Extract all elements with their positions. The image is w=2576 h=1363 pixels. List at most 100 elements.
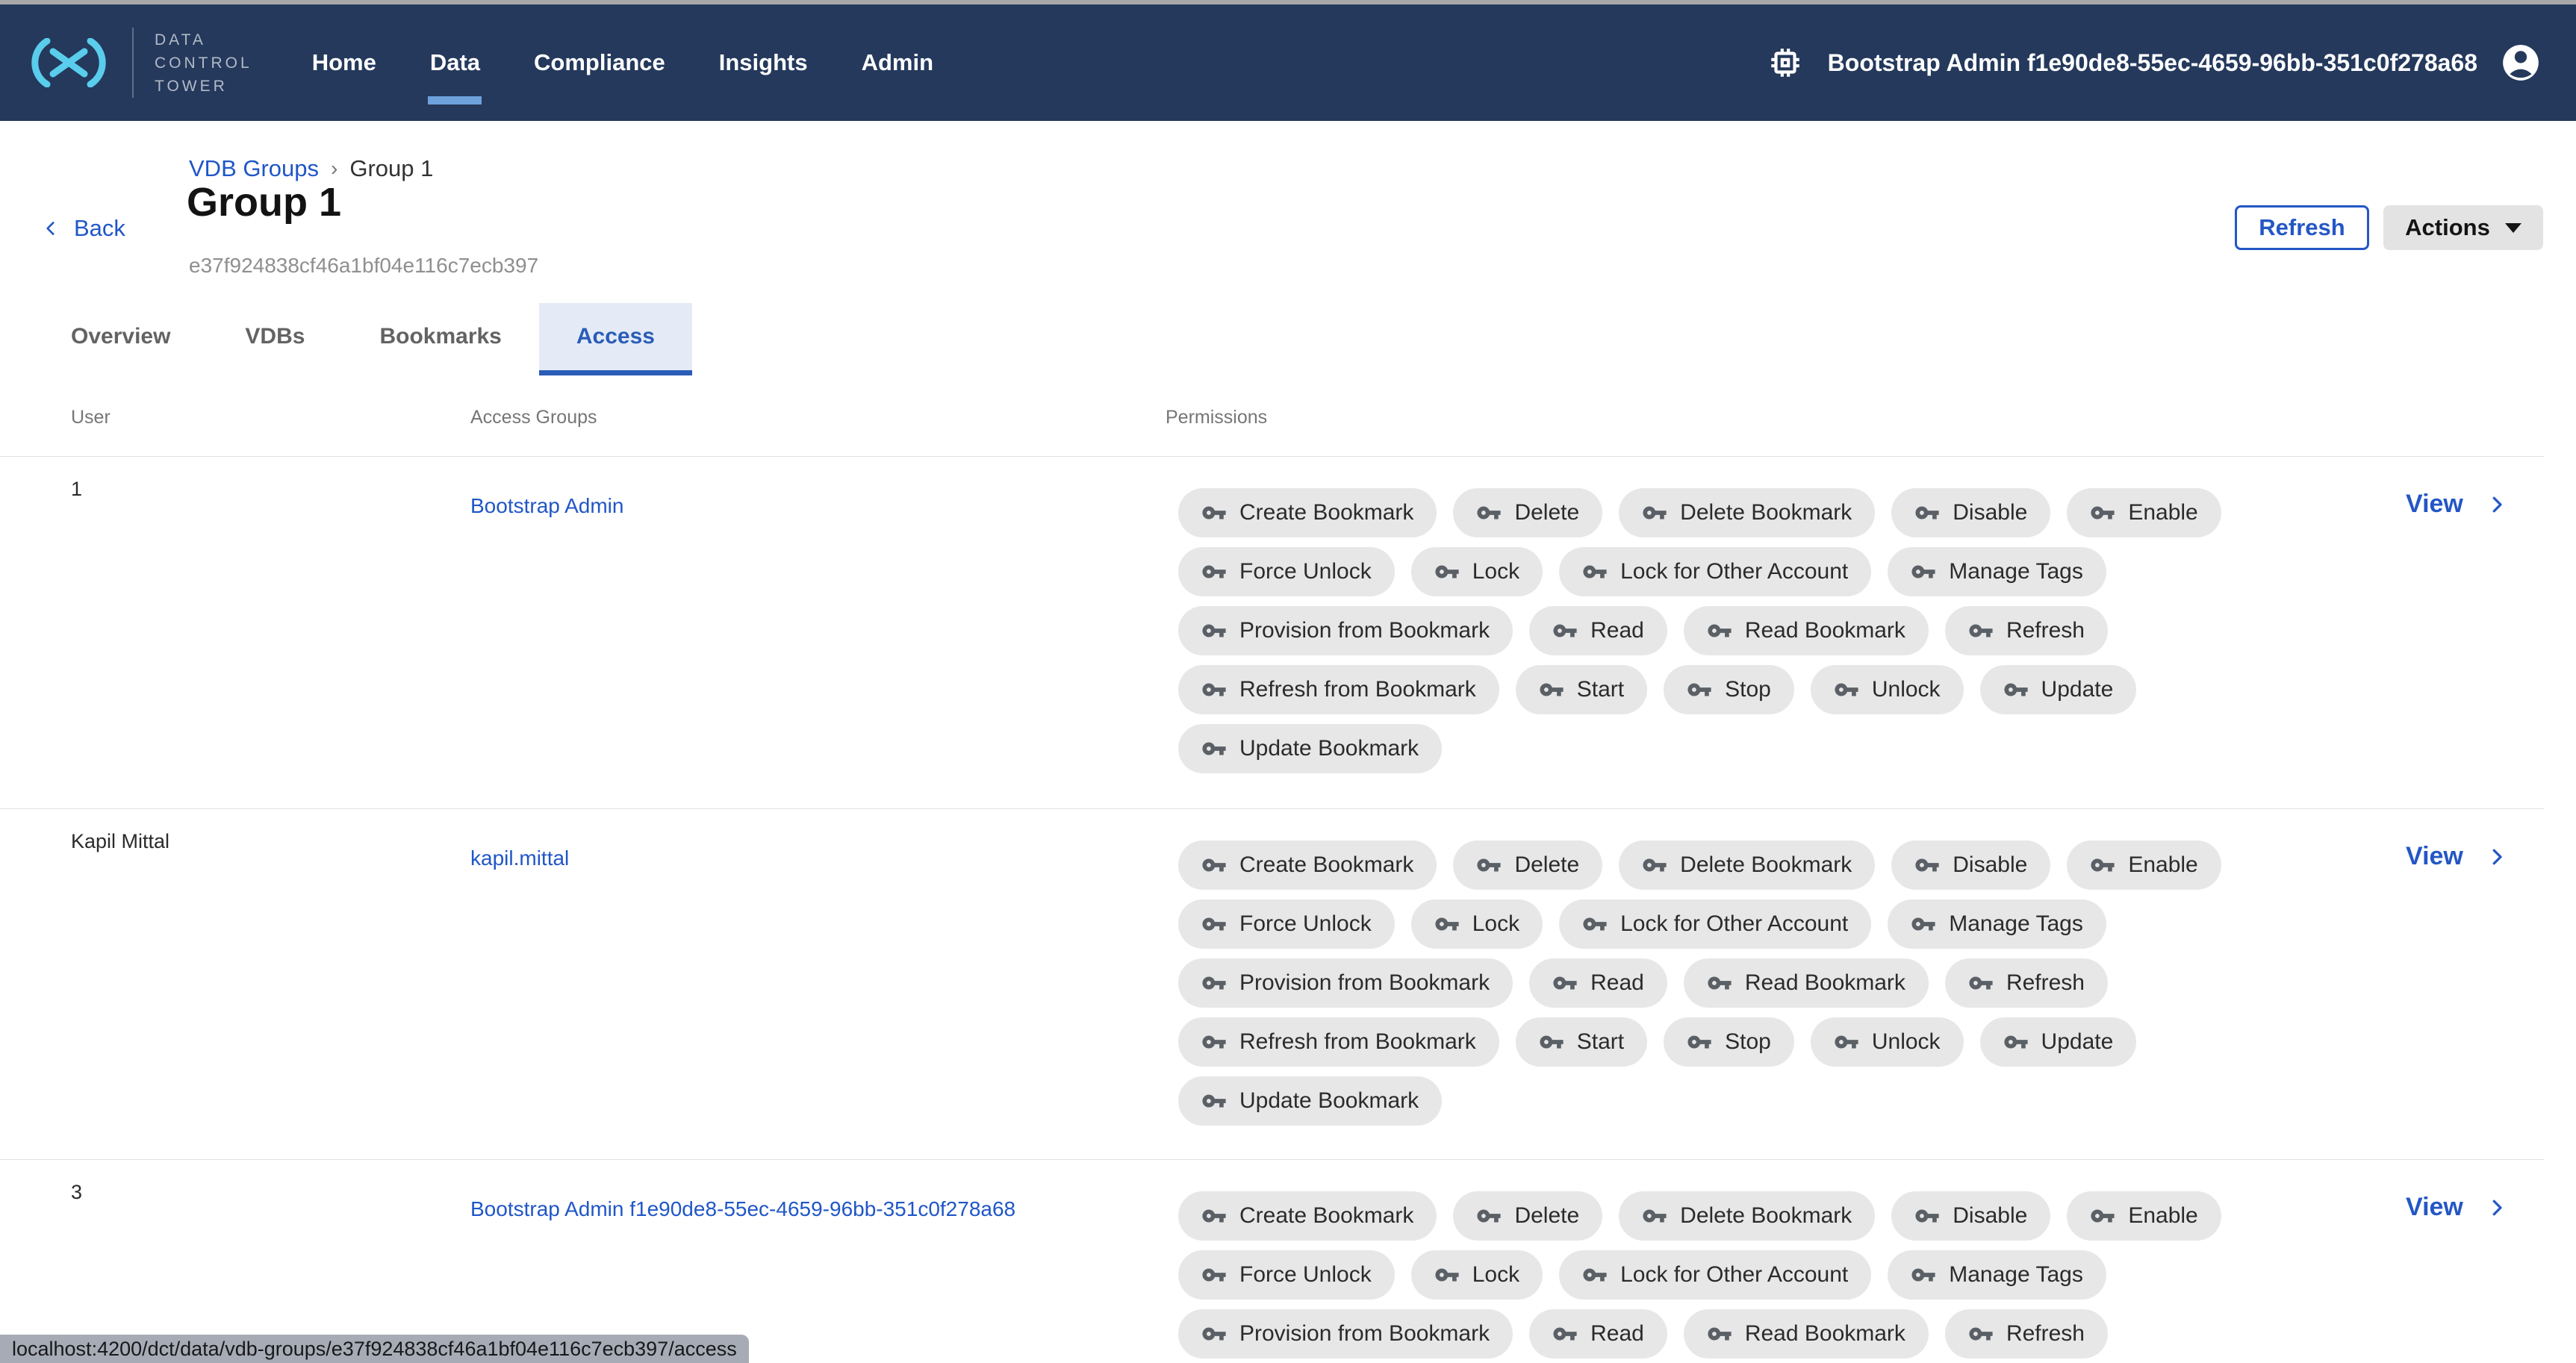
breadcrumb-separator-icon: › bbox=[331, 157, 337, 181]
key-icon bbox=[1201, 500, 1227, 525]
user-cell: 1 bbox=[71, 478, 82, 501]
key-icon bbox=[1201, 1262, 1227, 1288]
nav-item-home[interactable]: Home bbox=[312, 49, 376, 76]
permission-chip: Create Bookmark bbox=[1178, 840, 1437, 890]
actions-button[interactable]: Actions bbox=[2383, 205, 2543, 250]
brand-line: DATA bbox=[155, 28, 252, 52]
permission-chip-label: Stop bbox=[1725, 1029, 1771, 1055]
permission-chip-label: Read bbox=[1590, 618, 1644, 643]
account-avatar-icon[interactable] bbox=[2501, 43, 2540, 82]
permission-chip: Read bbox=[1529, 958, 1667, 1008]
permission-chip-label: Enable bbox=[2128, 500, 2197, 525]
tab-vdbs[interactable]: VDBs bbox=[208, 303, 342, 375]
permission-chip-line: Force UnlockLockLock for Other AccountMa… bbox=[1178, 899, 2221, 949]
key-icon bbox=[1476, 500, 1502, 525]
permission-chip: Lock bbox=[1411, 547, 1543, 596]
key-icon bbox=[1834, 1029, 1859, 1055]
dct-logo[interactable]: DATA CONTROL TOWER bbox=[25, 28, 252, 98]
nav-item-compliance[interactable]: Compliance bbox=[534, 49, 665, 76]
access-group-link[interactable]: Bootstrap Admin bbox=[470, 494, 623, 518]
permission-chip-label: Lock for Other Account bbox=[1620, 1262, 1848, 1288]
breadcrumb: VDB Groups › Group 1 bbox=[189, 155, 433, 182]
permission-chip-label: Provision from Bookmark bbox=[1239, 618, 1490, 643]
permission-chip: Update Bookmark bbox=[1178, 1076, 1442, 1126]
brand-wordmark: DATA CONTROL TOWER bbox=[155, 28, 252, 98]
view-link[interactable]: View bbox=[2406, 842, 2508, 871]
tab-bookmarks[interactable]: Bookmarks bbox=[342, 303, 538, 375]
key-icon bbox=[1582, 911, 1608, 937]
permission-chip-label: Enable bbox=[2128, 1203, 2197, 1229]
key-icon bbox=[1539, 1029, 1564, 1055]
permission-chip-label: Lock bbox=[1472, 559, 1519, 584]
permission-chip: Delete Bookmark bbox=[1619, 840, 1875, 890]
access-group-link[interactable]: kapil.mittal bbox=[470, 846, 569, 870]
table-row: 3Bootstrap Admin f1e90de8-55ec-4659-96bb… bbox=[0, 1159, 2544, 1363]
nav-item-insights[interactable]: Insights bbox=[719, 49, 808, 76]
view-link[interactable]: View bbox=[2406, 1193, 2508, 1222]
permission-chip: Refresh from Bookmark bbox=[1178, 665, 1499, 714]
key-icon bbox=[2090, 1203, 2115, 1229]
permission-chip: Provision from Bookmark bbox=[1178, 1309, 1513, 1359]
permissions-cell: Create Bookmark Delete Delete Bookmark Disa… bbox=[1178, 840, 2221, 1135]
permission-chip: Update bbox=[1980, 665, 2137, 714]
key-icon bbox=[1642, 500, 1667, 525]
key-icon bbox=[1201, 1088, 1227, 1114]
current-user-label: Bootstrap Admin f1e90de8-55ec-4659-96bb-… bbox=[1828, 49, 2477, 77]
access-group-link[interactable]: Bootstrap Admin f1e90de8-55ec-4659-96bb-… bbox=[470, 1197, 1015, 1221]
key-icon bbox=[1582, 559, 1608, 584]
permission-chip-label: Refresh bbox=[2006, 1321, 2085, 1347]
key-icon bbox=[1834, 677, 1859, 702]
key-icon bbox=[1201, 559, 1227, 584]
key-icon bbox=[1476, 1203, 1502, 1229]
refresh-button[interactable]: Refresh bbox=[2235, 205, 2369, 250]
key-icon bbox=[1914, 1203, 1940, 1229]
permission-chip-label: Delete Bookmark bbox=[1680, 500, 1852, 525]
key-icon bbox=[1434, 1262, 1460, 1288]
permission-chip-label: Refresh from Bookmark bbox=[1239, 1029, 1476, 1055]
permission-chip-line: Refresh from BookmarkStartStopUnlockUpda… bbox=[1178, 665, 2221, 714]
permission-chip-label: Start bbox=[1577, 1029, 1624, 1055]
permission-chip: Delete bbox=[1453, 1191, 1602, 1241]
permission-chip: Stop bbox=[1664, 665, 1794, 714]
view-link-label: View bbox=[2406, 490, 2463, 519]
permission-chip-label: Stop bbox=[1725, 677, 1771, 702]
permission-chip-label: Enable bbox=[2128, 852, 2197, 878]
tab-access[interactable]: Access bbox=[539, 303, 692, 375]
nav-item-data[interactable]: Data bbox=[430, 49, 480, 76]
permission-chip-label: Manage Tags bbox=[1949, 1262, 2083, 1288]
permission-chip-label: Disable bbox=[1953, 500, 2027, 525]
back-button[interactable]: Back bbox=[41, 215, 125, 242]
permission-chip-label: Unlock bbox=[1872, 1029, 1941, 1055]
permission-chip: Manage Tags bbox=[1888, 899, 2106, 949]
key-icon bbox=[1687, 1029, 1712, 1055]
tab-overview[interactable]: Overview bbox=[34, 303, 208, 375]
key-icon bbox=[1201, 677, 1227, 702]
permission-chip-label: Update Bookmark bbox=[1239, 736, 1419, 761]
key-icon bbox=[1552, 970, 1578, 996]
permission-chip-line: Provision from BookmarkReadRead Bookmark… bbox=[1178, 958, 2221, 1008]
permission-chip: Lock for Other Account bbox=[1559, 547, 1871, 596]
permission-chip-label: Update bbox=[2041, 1029, 2114, 1055]
permission-chip-label: Delete bbox=[1514, 1203, 1579, 1229]
key-icon bbox=[1201, 618, 1227, 643]
permission-chip-line: Force UnlockLockLock for Other AccountMa… bbox=[1178, 547, 2221, 596]
key-icon bbox=[1434, 559, 1460, 584]
permission-chip-label: Create Bookmark bbox=[1239, 1203, 1413, 1229]
api-chip-icon[interactable] bbox=[1767, 44, 1804, 81]
permission-chip: Refresh bbox=[1945, 1309, 2108, 1359]
key-icon bbox=[1476, 852, 1502, 878]
breadcrumb-vdb-groups-link[interactable]: VDB Groups bbox=[189, 155, 319, 182]
status-url-bar: localhost:4200/dct/data/vdb-groups/e37f9… bbox=[0, 1335, 749, 1363]
permission-chip-label: Manage Tags bbox=[1949, 559, 2083, 584]
permission-chip-label: Disable bbox=[1953, 1203, 2027, 1229]
nav-item-admin[interactable]: Admin bbox=[862, 49, 933, 76]
permission-chip-label: Disable bbox=[1953, 852, 2027, 878]
key-icon bbox=[1201, 1321, 1227, 1347]
permission-chip-label: Create Bookmark bbox=[1239, 500, 1413, 525]
view-link[interactable]: View bbox=[2406, 490, 2508, 519]
key-icon bbox=[1968, 970, 1994, 996]
permission-chip: Create Bookmark bbox=[1178, 488, 1437, 537]
permission-chip: Manage Tags bbox=[1888, 1250, 2106, 1300]
permission-chip-label: Delete bbox=[1514, 852, 1579, 878]
top-navbar: DATA CONTROL TOWER Home Data Compliance … bbox=[0, 4, 2576, 121]
